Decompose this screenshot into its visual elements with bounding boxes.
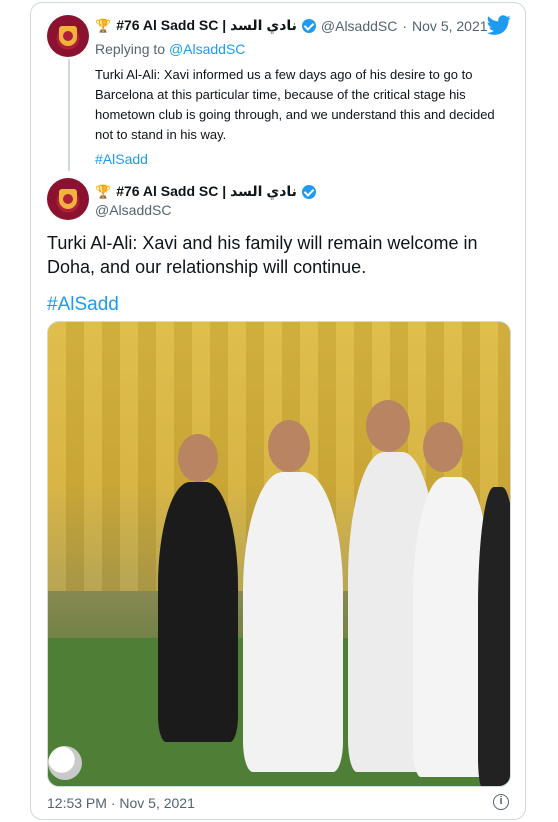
hashtag-link[interactable]: #AlSadd <box>95 151 148 167</box>
thread-line <box>68 59 70 171</box>
player-head <box>178 434 218 482</box>
verified-badge-icon <box>301 184 316 199</box>
embedded-tweet-card: 🏆 #76 Al Sadd SC | نادي السد @AlsaddSC ·… <box>30 2 526 820</box>
tweet1-header: 🏆 #76 Al Sadd SC | نادي السد @AlsaddSC ·… <box>95 17 488 34</box>
tweet-timestamp[interactable]: 12:53 PM · Nov 5, 2021 <box>47 795 195 811</box>
club-crest-icon <box>59 189 77 209</box>
handle[interactable]: @AlsaddSC <box>95 202 171 218</box>
reply-context: Replying to @AlsaddSC <box>95 41 245 57</box>
football <box>48 746 82 780</box>
player-figure <box>478 487 510 786</box>
tweet-text: Turki Al-Ali: Xavi informed us a few day… <box>95 67 495 142</box>
club-crest-icon <box>59 26 77 46</box>
verified-badge-icon <box>301 18 316 33</box>
reply-to-handle[interactable]: @AlsaddSC <box>169 41 245 57</box>
info-icon[interactable]: i <box>493 794 509 810</box>
avatar[interactable] <box>47 15 89 57</box>
display-name[interactable]: #76 Al Sadd SC | نادي السد <box>116 17 297 34</box>
tweet-photo[interactable] <box>47 321 511 787</box>
avatar[interactable] <box>47 178 89 220</box>
display-name[interactable]: #76 Al Sadd SC | نادي السد <box>116 183 297 200</box>
player-head <box>268 420 310 472</box>
tweet-text: Turki Al-Ali: Xavi and his family will r… <box>47 233 478 277</box>
trophy-icon: 🏆 <box>95 183 112 199</box>
reply-to-prefix: Replying to <box>95 41 169 57</box>
tweet2-header: 🏆 #76 Al Sadd SC | نادي السد <box>95 183 316 200</box>
player-figure <box>158 482 238 742</box>
player-figure <box>243 472 343 772</box>
handle[interactable]: @AlsaddSC <box>321 18 397 34</box>
hashtag-link[interactable]: #AlSadd <box>47 294 119 316</box>
player-head <box>366 400 410 452</box>
player-head <box>423 422 463 472</box>
trophy-icon: 🏆 <box>95 17 112 33</box>
tweet-date[interactable]: Nov 5, 2021 <box>412 18 488 34</box>
twitter-bird-icon[interactable] <box>487 13 511 37</box>
separator-dot: · <box>402 17 408 34</box>
